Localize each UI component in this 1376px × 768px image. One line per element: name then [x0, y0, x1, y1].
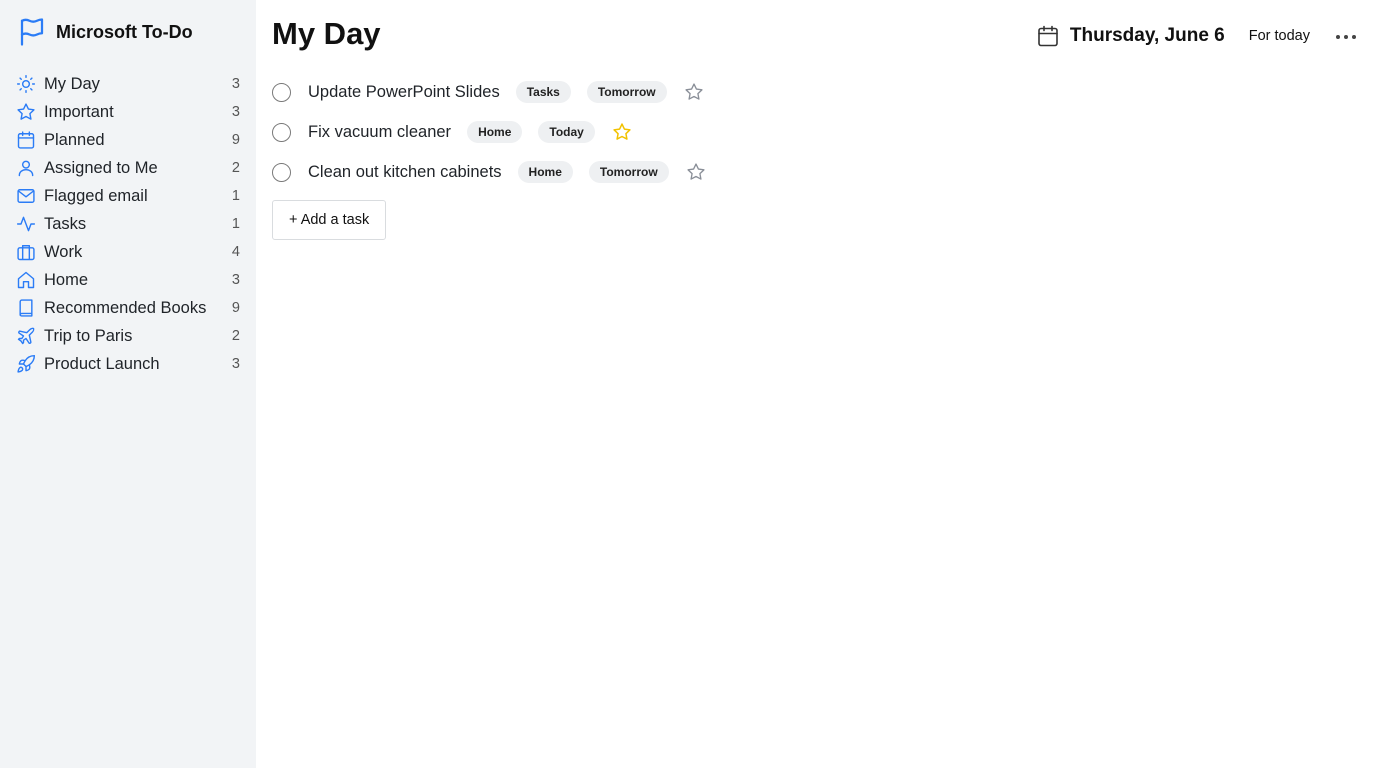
- task-due-chip: Today: [538, 121, 595, 143]
- sidebar-item-count: 3: [231, 76, 240, 92]
- calendar-icon: [1036, 24, 1060, 48]
- home-icon: [16, 270, 36, 290]
- sidebar-item-assigned-to-me[interactable]: Assigned to Me 2: [0, 154, 256, 182]
- sidebar-item-recommended-books[interactable]: Recommended Books 9: [0, 294, 256, 322]
- star-icon[interactable]: [683, 81, 705, 103]
- sidebar-item-count: 9: [231, 300, 240, 316]
- add-task-button[interactable]: + Add a task: [272, 200, 387, 240]
- sidebar-item-work[interactable]: Work 4: [0, 238, 256, 266]
- task-due-chip: Tomorrow: [586, 81, 667, 103]
- task-due-chip: Tomorrow: [588, 161, 669, 183]
- person-icon: [16, 158, 36, 178]
- sidebar-item-my-day[interactable]: My Day 3: [0, 70, 256, 98]
- sidebar-item-planned[interactable]: Planned 9: [0, 126, 256, 154]
- plane-icon: [16, 326, 36, 346]
- header-actions: Thursday, June 6 For today: [1036, 20, 1360, 52]
- sidebar-item-count: 2: [231, 328, 240, 344]
- star-icon[interactable]: [685, 161, 707, 183]
- task-title: Fix vacuum cleaner: [308, 122, 452, 141]
- mail-icon: [16, 186, 36, 206]
- sidebar-item-count: 1: [231, 216, 240, 232]
- sidebar-item-label: Important: [44, 102, 114, 121]
- task-item[interactable]: Fix vacuum cleaner Home Today: [272, 112, 707, 152]
- task-complete-checkbox[interactable]: [272, 82, 291, 102]
- current-date: Thursday, June 6: [1069, 25, 1225, 46]
- calendar-icon: [16, 130, 36, 150]
- sidebar-item-label: Work: [44, 242, 83, 261]
- task-complete-checkbox[interactable]: [272, 162, 291, 182]
- app-title: Microsoft To-Do: [56, 21, 193, 42]
- task-item[interactable]: Update PowerPoint Slides Tasks Tomorrow: [272, 72, 707, 112]
- sidebar-item-count: 3: [231, 272, 240, 288]
- sidebar-item-label: Assigned to Me: [44, 158, 158, 177]
- rocket-icon: [16, 354, 36, 374]
- sidebar-item-label: Planned: [44, 130, 105, 149]
- sidebar-item-label: Recommended Books: [44, 298, 207, 317]
- task-title: Update PowerPoint Slides: [308, 82, 500, 101]
- star-icon: [16, 102, 36, 122]
- app-brand: Microsoft To-Do: [16, 15, 193, 49]
- sidebar-item-label: Trip to Paris: [44, 326, 133, 345]
- task-list-chip: Tasks: [515, 81, 571, 103]
- more-options-button[interactable]: [1332, 22, 1360, 50]
- sidebar-item-count: 4: [231, 244, 240, 260]
- sidebar-item-important[interactable]: Important 3: [0, 98, 256, 126]
- briefcase-icon: [16, 242, 36, 262]
- sidebar-item-home[interactable]: Home 3: [0, 266, 256, 294]
- more-horizontal-icon: [1335, 27, 1357, 45]
- sidebar-item-count: 9: [231, 132, 240, 148]
- sidebar-item-count: 1: [231, 188, 240, 204]
- sidebar-item-count: 2: [231, 160, 240, 176]
- sidebar-item-label: Tasks: [44, 214, 87, 233]
- sidebar-item-count: 3: [231, 104, 240, 120]
- task-list: Update PowerPoint Slides Tasks Tomorrow …: [272, 72, 707, 192]
- sidebar-nav: My Day 3 Important 3 Planned 9 Assigned …: [0, 70, 256, 378]
- sidebar: Microsoft To-Do My Day 3 Important 3 Pla…: [0, 0, 256, 768]
- sidebar-item-tasks[interactable]: Tasks 1: [0, 210, 256, 238]
- page-title: My Day: [272, 16, 381, 51]
- for-today-button[interactable]: For today: [1249, 28, 1310, 44]
- task-complete-checkbox[interactable]: [272, 122, 291, 142]
- sidebar-item-label: Product Launch: [44, 354, 160, 373]
- sidebar-item-label: My Day: [44, 74, 100, 93]
- task-item[interactable]: Clean out kitchen cabinets Home Tomorrow: [272, 152, 707, 192]
- flag-icon: [16, 16, 48, 48]
- sidebar-item-trip-to-paris[interactable]: Trip to Paris 2: [0, 322, 256, 350]
- book-icon: [16, 298, 36, 318]
- task-title: Clean out kitchen cabinets: [308, 162, 502, 181]
- sidebar-item-label: Home: [44, 270, 89, 289]
- star-icon[interactable]: [611, 121, 633, 143]
- sidebar-item-flagged-email[interactable]: Flagged email 1: [0, 182, 256, 210]
- sidebar-item-count: 3: [231, 356, 240, 372]
- sidebar-item-product-launch[interactable]: Product Launch 3: [0, 350, 256, 378]
- main-panel: My Day Thursday, June 6 For today Update…: [256, 0, 1376, 768]
- task-list-chip: Home: [467, 121, 523, 143]
- task-list-chip: Home: [517, 161, 573, 183]
- sidebar-item-label: Flagged email: [44, 186, 148, 205]
- activity-icon: [16, 214, 36, 234]
- sun-icon: [16, 74, 36, 94]
